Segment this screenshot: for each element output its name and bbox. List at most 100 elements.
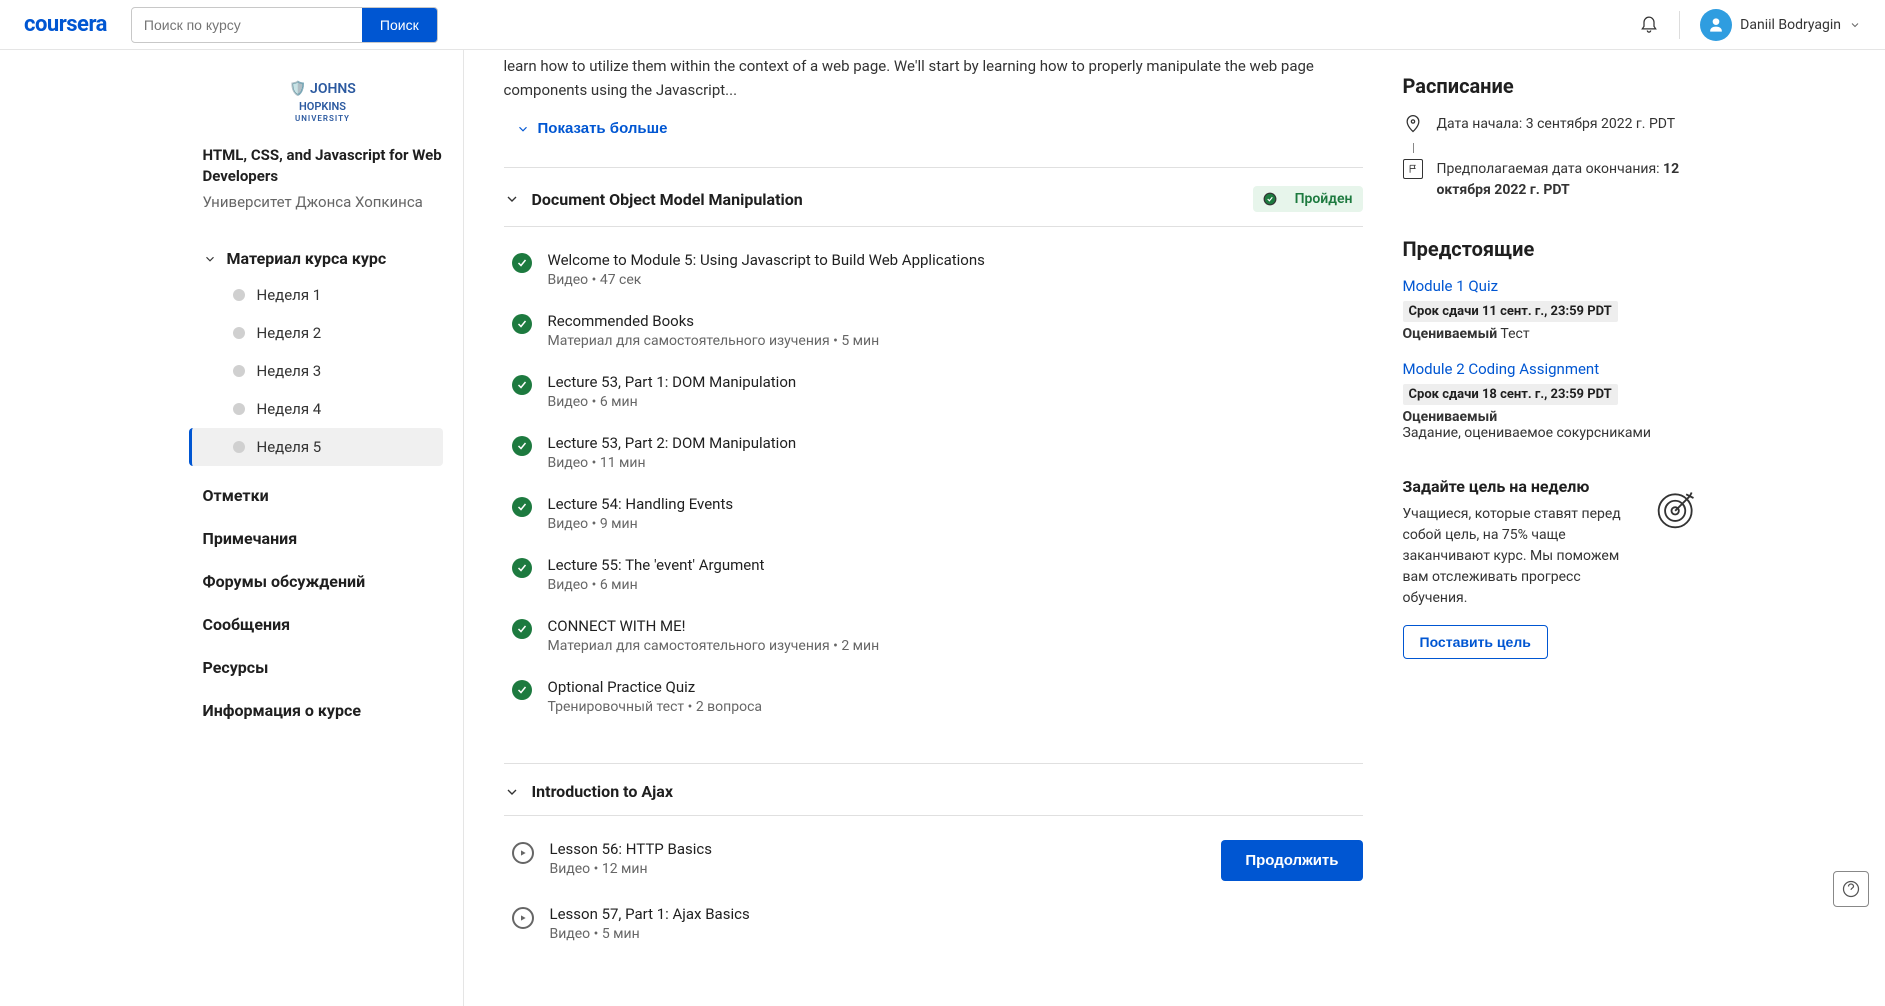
section-header[interactable]: Introduction to Ajax xyxy=(504,768,1363,815)
section-0: Document Object Model ManipulationПройде… xyxy=(504,167,1363,739)
lesson-item[interactable]: Recommended BooksМатериал для самостояте… xyxy=(504,300,1363,361)
username: Daniil Bodryagin xyxy=(1740,17,1841,33)
lesson-item[interactable]: Optional Practice Quiz Тренировочный тест… xyxy=(504,666,1363,727)
goal-box: Задайте цель на неделю Учащиеся, которые… xyxy=(1403,477,1699,659)
status-dot xyxy=(233,327,245,339)
lesson-item[interactable]: Lecture 54: Handling EventsВидео • 9 мин xyxy=(504,483,1363,544)
lesson-meta: Материал для самостоятельного изучения •… xyxy=(548,638,1363,654)
search-wrap: Поиск xyxy=(131,7,438,43)
show-more-button[interactable]: Показать больше xyxy=(504,114,680,143)
upcoming-item-1: Module 2 Coding Assignment Срок сдачи 18 … xyxy=(1403,360,1699,441)
start-prefix: Дата начала: xyxy=(1437,116,1526,132)
upcoming-heading: Предстоящие xyxy=(1403,237,1699,261)
main: learn how to utilize them within the con… xyxy=(463,50,1403,1006)
sidebar-link-5[interactable]: Информация о курсе xyxy=(203,689,443,732)
section-1: Introduction to Ajax Lesson 56: HTTP Basi… xyxy=(504,763,1363,966)
target-icon xyxy=(1655,487,1699,531)
flag-icon xyxy=(1403,159,1423,179)
sidebar-week-2[interactable]: Неделя 2 xyxy=(203,314,443,352)
status-dot xyxy=(233,441,245,453)
sidebar-link-1[interactable]: Примечания xyxy=(203,517,443,560)
lesson-item[interactable]: Lesson 56: HTTP BasicsВидео • 12 минПрод… xyxy=(504,828,1363,893)
upcoming-sub: Оцениваемый Тест xyxy=(1403,326,1699,342)
upcoming-section: Предстоящие Module 1 Quiz Срок сдачи 11 с… xyxy=(1403,237,1699,441)
chevron-down-icon xyxy=(504,191,520,207)
status-dot xyxy=(233,403,245,415)
sidebar-link-0[interactable]: Отметки xyxy=(203,474,443,517)
lesson-title: Recommended Books xyxy=(548,312,1363,330)
sidebar-link-2[interactable]: Форумы обсуждений xyxy=(203,560,443,603)
sidebar-week-3[interactable]: Неделя 3 xyxy=(203,352,443,390)
upcoming-due-badge: Срок сдачи 18 сент. г., 23:59 PDT xyxy=(1403,384,1618,405)
chevron-down-icon xyxy=(516,122,530,136)
right-panel: Расписание Дата начала: 3 сентября 2022 … xyxy=(1403,50,1723,1006)
week-label: Неделя 3 xyxy=(257,362,322,380)
lesson-list: Lesson 56: HTTP BasicsВидео • 12 минПрод… xyxy=(504,815,1363,966)
sidebar-week-4[interactable]: Неделя 4 xyxy=(203,390,443,428)
start-date: 3 сентября 2022 г. PDT xyxy=(1526,116,1675,132)
status-dot xyxy=(233,365,245,377)
lesson-meta: Тренировочный тест • 2 вопроса xyxy=(548,699,1363,715)
check-icon xyxy=(512,497,532,517)
search-button[interactable]: Поиск xyxy=(362,8,437,42)
chevron-down-icon xyxy=(203,252,217,266)
sidebar-week-1[interactable]: Неделя 1 xyxy=(203,276,443,314)
course-title[interactable]: HTML, CSS, and Javascript for Web Develo… xyxy=(203,145,443,187)
header-right: Daniil Bodryagin xyxy=(1639,9,1861,41)
end-prefix: Предполагаемая дата окончания: xyxy=(1437,161,1664,177)
lesson-title: Lecture 54: Handling Events xyxy=(548,495,1363,513)
chevron-down-icon xyxy=(1849,19,1861,31)
schedule-start: Дата начала: 3 сентября 2022 г. PDT xyxy=(1403,114,1699,135)
sidebar-link-4[interactable]: Ресурсы xyxy=(203,646,443,689)
lesson-item[interactable]: Lecture 53, Part 1: DOM Manipulation Виде… xyxy=(504,361,1363,422)
upcoming-due-badge: Срок сдачи 11 сент. г., 23:59 PDT xyxy=(1403,301,1618,322)
week-label: Неделя 1 xyxy=(257,286,322,304)
lesson-title: Lesson 57, Part 1: Ajax Basics xyxy=(550,905,1363,923)
lesson-title: CONNECT WITH ME! xyxy=(548,617,1363,635)
lesson-item[interactable]: CONNECT WITH ME! Материал для самостоятел… xyxy=(504,605,1363,666)
lesson-item[interactable]: Welcome to Module 5: Using Javascript to… xyxy=(504,239,1363,300)
sidebar-link-3[interactable]: Сообщения xyxy=(203,603,443,646)
lesson-meta: Видео • 6 мин xyxy=(548,394,1363,410)
continue-button[interactable]: Продолжить xyxy=(1221,840,1362,881)
lesson-list: Welcome to Module 5: Using Javascript to… xyxy=(504,226,1363,739)
help-button[interactable] xyxy=(1833,871,1869,907)
lesson-title: Lecture 53, Part 1: DOM Manipulation xyxy=(548,373,1363,391)
lesson-title: Optional Practice Quiz xyxy=(548,678,1363,696)
nav-section-material: Материал курса курс Неделя 1 Неделя 2 Неде… xyxy=(203,241,443,466)
upcoming-sub2: Задание, оцениваемое сокурсниками xyxy=(1403,425,1699,441)
upcoming-link[interactable]: Module 1 Quiz xyxy=(1403,277,1699,295)
lesson-meta: Видео • 6 мин xyxy=(548,577,1363,593)
week-label: Неделя 5 xyxy=(257,438,322,456)
nav-header-label: Материал курса курс xyxy=(227,249,387,268)
check-icon xyxy=(512,436,532,456)
lesson-title: Lecture 53, Part 2: DOM Manipulation xyxy=(548,434,1363,452)
section-title: Introduction to Ajax xyxy=(532,782,673,801)
check-icon xyxy=(512,253,532,273)
univ-logo-line2: HOPKINS xyxy=(289,100,356,114)
sidebar-week-5[interactable]: Неделя 5 xyxy=(189,428,443,466)
coursera-logo[interactable]: coursera xyxy=(24,12,107,37)
lesson-item[interactable]: Lecture 55: The 'event' Argument Видео • … xyxy=(504,544,1363,605)
week-label: Неделя 4 xyxy=(257,400,322,418)
upcoming-item-0: Module 1 Quiz Срок сдачи 11 сент. г., 23:… xyxy=(1403,277,1699,342)
lesson-title: Lecture 55: The 'event' Argument xyxy=(548,556,1363,574)
location-icon xyxy=(1403,114,1423,134)
lesson-item[interactable]: Lesson 57, Part 1: Ajax BasicsВидео • 5 … xyxy=(504,893,1363,954)
check-icon xyxy=(512,619,532,639)
upcoming-link[interactable]: Module 2 Coding Assignment xyxy=(1403,360,1699,378)
university-name: Университет Джонса Хопкинса xyxy=(203,193,443,211)
user-menu[interactable]: Daniil Bodryagin xyxy=(1700,9,1861,41)
nav-header-material[interactable]: Материал курса курс xyxy=(203,241,443,276)
show-more-label: Показать больше xyxy=(538,120,668,137)
play-icon xyxy=(512,907,534,929)
lesson-item[interactable]: Lecture 53, Part 2: DOM Manipulation Виде… xyxy=(504,422,1363,483)
check-icon xyxy=(512,558,532,578)
set-goal-button[interactable]: Поставить цель xyxy=(1403,625,1548,659)
section-header[interactable]: Document Object Model ManipulationПройде… xyxy=(504,172,1363,226)
search-input[interactable] xyxy=(132,9,362,41)
lesson-meta: Видео • 11 мин xyxy=(548,455,1363,471)
bell-icon[interactable] xyxy=(1639,13,1659,37)
univ-logo-line1: 🛡️ JOHNS xyxy=(289,80,356,98)
passed-badge: Пройден xyxy=(1253,186,1363,212)
